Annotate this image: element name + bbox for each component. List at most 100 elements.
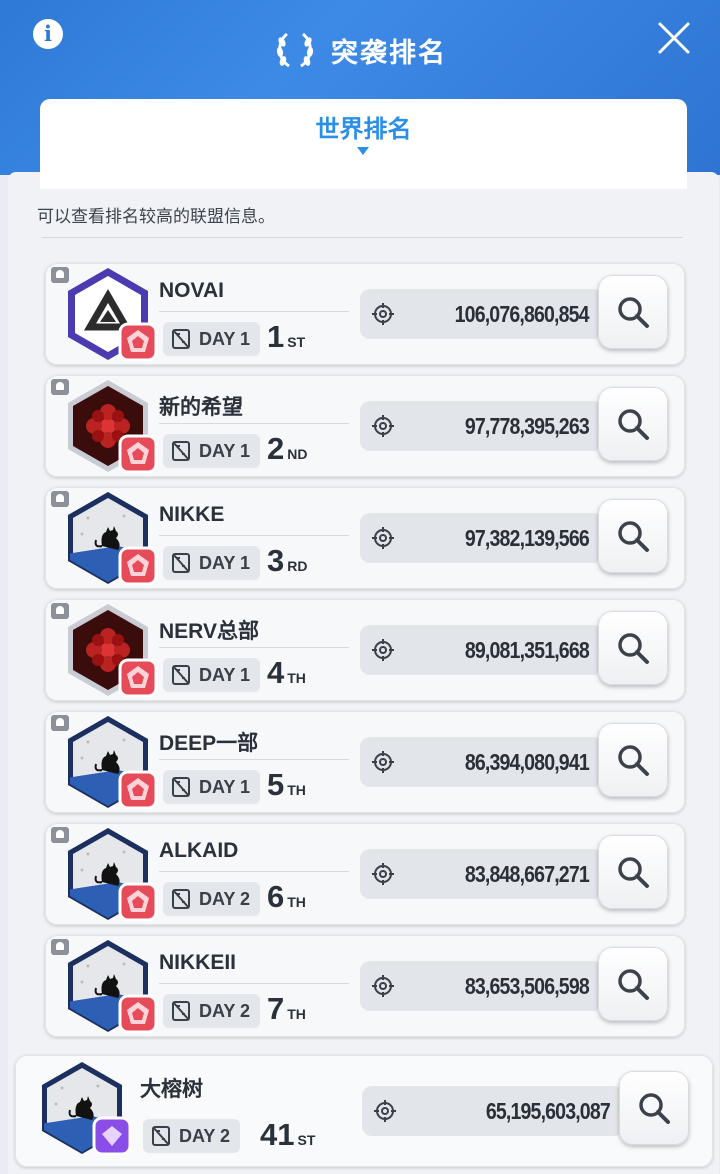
name-divider bbox=[159, 535, 349, 536]
day-badge: DAY 2 bbox=[163, 882, 261, 916]
red-flower-emblem bbox=[58, 600, 158, 700]
union-day-icon bbox=[172, 1001, 190, 1021]
union-day-icon bbox=[172, 777, 190, 797]
cat-emblem bbox=[58, 824, 158, 924]
score-pill: 97,778,395,263 bbox=[360, 401, 603, 451]
day-badge: DAY 2 bbox=[163, 994, 261, 1028]
my-union-row[interactable]: 大榕树 DAY 2 41 ST 65,195,603,087 bbox=[15, 1055, 713, 1167]
rank-number: 5 bbox=[267, 767, 285, 802]
union-day-icon bbox=[152, 1126, 170, 1146]
search-button[interactable] bbox=[619, 1071, 689, 1145]
rank-number: 1 bbox=[267, 319, 285, 354]
crosshair-icon bbox=[372, 863, 394, 885]
name-divider bbox=[159, 759, 349, 760]
cat-emblem bbox=[32, 1058, 132, 1158]
tab-world-ranking[interactable]: 世界排名 bbox=[40, 99, 687, 189]
union-name: 新的希望 bbox=[159, 396, 243, 419]
rank-number: 3 bbox=[267, 543, 285, 578]
close-icon[interactable] bbox=[656, 20, 692, 56]
score-value: 89,081,351,668 bbox=[464, 637, 590, 663]
union-name: DEEP一部 bbox=[159, 732, 259, 755]
score-pill: 86,394,080,941 bbox=[360, 737, 603, 787]
ranking-row[interactable]: DEEP一部 DAY 1 5 TH 86,394,080,941 bbox=[45, 711, 685, 813]
ranking-row[interactable]: NIKKE DAY 1 3 RD 97,382,139,566 bbox=[45, 487, 685, 589]
search-button[interactable] bbox=[598, 611, 668, 685]
rank-label: 41 ST bbox=[260, 1117, 315, 1153]
day-label: DAY 2 bbox=[179, 1125, 231, 1146]
rank-label: 7 TH bbox=[267, 991, 306, 1027]
score-value: 97,382,139,566 bbox=[464, 525, 590, 551]
rank-suffix: TH bbox=[287, 782, 306, 798]
day-badge: DAY 1 bbox=[163, 546, 261, 580]
score-pill: 89,081,351,668 bbox=[360, 625, 603, 675]
union-day-icon bbox=[172, 329, 190, 349]
triangle-emblem bbox=[58, 264, 158, 364]
score-value: 106,076,860,854 bbox=[454, 301, 590, 327]
score-value: 83,653,506,598 bbox=[464, 973, 590, 999]
divider bbox=[42, 237, 683, 238]
tab-label: 世界排名 bbox=[315, 116, 412, 143]
rank-label: 2 ND bbox=[267, 431, 307, 467]
day-label: DAY 1 bbox=[199, 664, 251, 685]
union-name: NIKKE bbox=[159, 503, 225, 526]
score-value: 83,848,667,271 bbox=[464, 861, 590, 887]
search-button[interactable] bbox=[598, 835, 668, 909]
crosshair-icon bbox=[374, 1100, 396, 1122]
score-pill: 83,848,667,271 bbox=[360, 849, 603, 899]
rank-suffix: TH bbox=[287, 1006, 306, 1022]
score-value: 97,778,395,263 bbox=[464, 413, 590, 439]
crosshair-icon bbox=[372, 975, 394, 997]
rank-suffix: RD bbox=[287, 558, 308, 574]
ranking-row[interactable]: NOVAI DAY 1 1 ST 106,076,860,854 bbox=[45, 263, 685, 365]
rank-suffix: ND bbox=[287, 446, 308, 462]
name-divider bbox=[159, 311, 349, 312]
union-name: NERV总部 bbox=[159, 620, 259, 643]
rank-label: 4 TH bbox=[267, 655, 306, 691]
score-pill: 97,382,139,566 bbox=[360, 513, 603, 563]
red-flower-emblem bbox=[58, 376, 158, 476]
day-badge: DAY 1 bbox=[163, 322, 261, 356]
union-day-icon bbox=[172, 665, 190, 685]
union-day-icon bbox=[172, 889, 190, 909]
rank-number: 6 bbox=[267, 879, 285, 914]
ranking-description: 可以查看排名较高的联盟信息。 bbox=[37, 207, 275, 226]
score-value: 86,394,080,941 bbox=[464, 749, 590, 775]
day-badge: DAY 1 bbox=[163, 658, 261, 692]
page-title: 突袭排名 bbox=[331, 37, 447, 68]
score-value: 65,195,603,087 bbox=[485, 1098, 611, 1124]
day-badge: DAY 2 bbox=[143, 1119, 241, 1153]
crosshair-icon bbox=[372, 751, 394, 773]
day-badge: DAY 1 bbox=[163, 434, 261, 468]
ranking-row[interactable]: ALKAID DAY 2 6 TH 83,848,667,271 bbox=[45, 823, 685, 925]
crosshair-icon bbox=[372, 303, 394, 325]
name-divider bbox=[159, 983, 349, 984]
union-name: 大榕树 bbox=[140, 1078, 203, 1101]
ranking-row[interactable]: 新的希望 DAY 1 2 ND 97,778,395,263 bbox=[45, 375, 685, 477]
search-button[interactable] bbox=[598, 275, 668, 349]
union-name: NIKKEII bbox=[159, 951, 237, 974]
rank-label: 6 TH bbox=[267, 879, 306, 915]
score-pill: 65,195,603,087 bbox=[362, 1086, 624, 1136]
search-button[interactable] bbox=[598, 387, 668, 461]
ranking-row[interactable]: NIKKEII DAY 2 7 TH 83,653,506,598 bbox=[45, 935, 685, 1037]
rank-label: 3 RD bbox=[267, 543, 307, 579]
rank-number: 4 bbox=[267, 655, 285, 690]
day-label: DAY 2 bbox=[199, 1000, 251, 1021]
ranking-row[interactable]: NERV总部 DAY 1 4 TH 89,081,351,668 bbox=[45, 599, 685, 701]
crosshair-icon bbox=[372, 639, 394, 661]
rank-suffix: TH bbox=[287, 670, 306, 686]
day-label: DAY 2 bbox=[199, 888, 251, 909]
search-button[interactable] bbox=[598, 947, 668, 1021]
crosshair-icon bbox=[372, 527, 394, 549]
search-button[interactable] bbox=[598, 723, 668, 797]
rank-suffix: ST bbox=[297, 1132, 316, 1148]
day-label: DAY 1 bbox=[199, 440, 251, 461]
laurel-wreath-icon bbox=[276, 32, 314, 68]
rank-number: 41 bbox=[260, 1117, 295, 1152]
day-label: DAY 1 bbox=[199, 328, 251, 349]
union-day-icon bbox=[172, 441, 190, 461]
search-button[interactable] bbox=[598, 499, 668, 573]
day-label: DAY 1 bbox=[199, 776, 251, 797]
caret-down-icon bbox=[357, 147, 369, 155]
day-badge: DAY 1 bbox=[163, 770, 261, 804]
